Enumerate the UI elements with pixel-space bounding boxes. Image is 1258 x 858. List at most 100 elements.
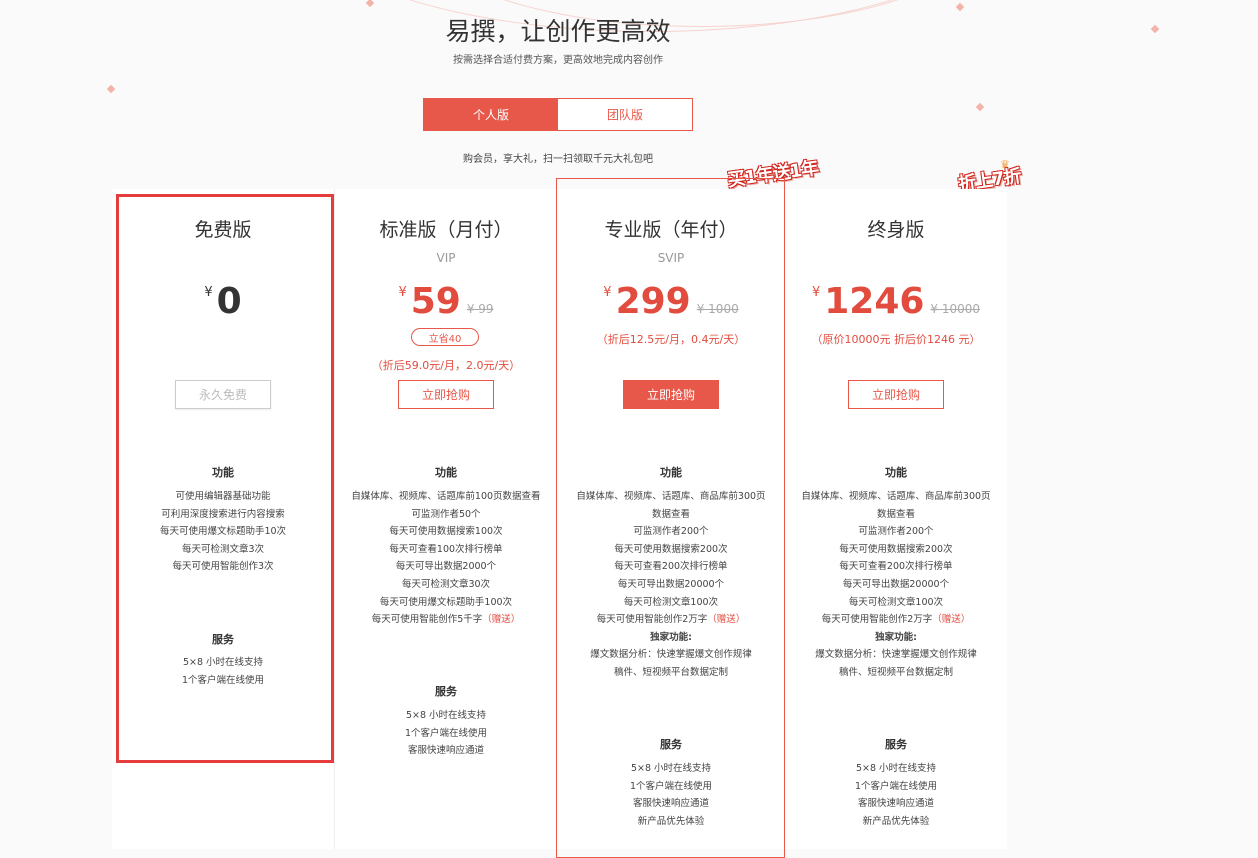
feature-item: 每天可导出数据2000个 xyxy=(395,561,497,573)
free-forever-button[interactable]: 永久免费 xyxy=(175,380,271,409)
feature-item: 数据查看 xyxy=(876,508,915,520)
feature-item: 每天可检测文章100次 xyxy=(623,596,719,608)
service-item: 5×8 小时在线支持 xyxy=(182,657,264,668)
feature-item: 每天可导出数据20000个 xyxy=(617,578,725,590)
feature-item: 可监测作者50个 xyxy=(411,508,481,520)
buy-now-button[interactable]: 立即抢购 xyxy=(623,380,719,409)
plan-type-tabs: 个人版 团队版 xyxy=(423,98,693,131)
feature-item: 每天可导出数据20000个 xyxy=(842,578,950,590)
plan-price: ¥299 ¥ 1000 xyxy=(557,281,785,322)
feature-item: 每天可使用数据搜索200次 xyxy=(839,543,953,555)
service-title: 服务 xyxy=(435,685,457,698)
feature-item: 自媒体库、视频库、话题库前100页数据查看 xyxy=(351,491,541,502)
feature-item: 每天可使用爆文标题助手10次 xyxy=(159,526,287,538)
original-price: ¥ 10000 xyxy=(930,302,981,316)
feature-item: 每天可使用智能创作2万字（赠送） xyxy=(821,614,971,626)
services-list: 5×8 小时在线支持 1个客户端在线使用 客服快速响应通道 新产品优先体验 xyxy=(785,760,1007,830)
feature-item: 数据查看 xyxy=(651,508,690,520)
plan-name: 专业版（年付） xyxy=(604,219,738,241)
services-list: 5×8 小时在线支持 1个客户端在线使用 客服快速响应通道 xyxy=(335,707,557,760)
decorative-diamond xyxy=(975,102,985,112)
price-note: （折后12.5元/月，0.4元/天） xyxy=(596,333,746,346)
plan-tier: VIP xyxy=(436,251,456,265)
service-item: 客服快速响应通道 xyxy=(857,798,934,810)
exclusive-item: 稿件、短视频平台数据定制 xyxy=(613,666,728,678)
buy-now-button[interactable]: 立即抢购 xyxy=(398,380,494,409)
feature-item: 每天可使用智能创作5千字（赠送） xyxy=(371,614,521,626)
service-item: 1个客户端在线使用 xyxy=(404,727,488,739)
price-value: 1246 xyxy=(824,281,925,322)
features-list: 可使用编辑器基础功能 可利用深度搜索进行内容搜索 每天可使用爆文标题助手10次 … xyxy=(112,488,334,576)
gift-tag: （赠送） xyxy=(932,614,971,626)
feature-item: 每天可检测文章30次 xyxy=(401,578,491,590)
services-list: 5×8 小时在线支持 1个客户端在线使用 客服快速响应通道 新产品优先体验 xyxy=(557,760,785,830)
features-title: 功能 xyxy=(885,466,907,479)
features-title: 功能 xyxy=(212,466,234,479)
service-item: 1个客户端在线使用 xyxy=(629,780,713,792)
service-item: 客服快速响应通道 xyxy=(632,798,709,810)
plan-name: 标准版（月付） xyxy=(379,219,513,241)
page-title: 易撰，让创作更高效 xyxy=(445,17,671,46)
price-note: （折后59.0元/月，2.0元/天） xyxy=(371,359,521,372)
plan-price: ¥1246 ¥ 10000 xyxy=(785,281,1007,322)
decorative-diamond xyxy=(365,0,375,8)
tab-team[interactable]: 团队版 xyxy=(558,99,692,130)
plan-name: 免费版 xyxy=(194,219,252,241)
plan-card-standard: 标准版（月付） VIP ¥59 ¥ 99 立省40 （折后59.0元/月，2.0元… xyxy=(335,189,557,849)
currency-symbol: ¥ xyxy=(398,285,407,300)
exclusive-item: 稿件、短视频平台数据定制 xyxy=(838,666,953,678)
service-item: 客服快速响应通道 xyxy=(407,745,484,757)
price-value: 299 xyxy=(615,281,691,322)
feature-item: 自媒体库、视频库、话题库、商品库前300页 xyxy=(801,491,991,502)
features-list: 自媒体库、视频库、话题库、商品库前300页 数据查看 可监测作者200个 每天可… xyxy=(785,488,1007,682)
service-title: 服务 xyxy=(885,738,907,751)
service-item: 1个客户端在线使用 xyxy=(181,674,265,686)
feature-item: 可使用编辑器基础功能 xyxy=(175,491,271,502)
decorative-diamond xyxy=(1150,24,1160,34)
price-note: （原价10000元 折后价1246 元） xyxy=(811,333,981,346)
currency-symbol: ¥ xyxy=(204,285,213,300)
service-item: 1个客户端在线使用 xyxy=(854,780,938,792)
service-item: 新产品优先体验 xyxy=(637,815,705,827)
feature-item: 每天可使用爆文标题助手100次 xyxy=(379,596,513,608)
service-title: 服务 xyxy=(212,633,234,646)
plan-card-free: 免费版 ¥0 永久免费 功能 可使用编辑器基础功能 可利用深度搜索进行内容搜索 … xyxy=(112,189,335,849)
features-title: 功能 xyxy=(435,466,457,479)
original-price: ¥ 99 xyxy=(466,302,494,316)
service-item: 5×8 小时在线支持 xyxy=(630,763,712,774)
service-title: 服务 xyxy=(660,738,682,751)
feature-item: 每天可查看200次排行榜单 xyxy=(614,561,728,573)
service-item: 新产品优先体验 xyxy=(862,815,930,827)
currency-symbol: ¥ xyxy=(603,285,612,300)
features-list: 自媒体库、视频库、话题库、商品库前300页 数据查看 可监测作者200个 每天可… xyxy=(557,488,785,682)
plan-name: 终身版 xyxy=(867,219,925,241)
service-item: 5×8 小时在线支持 xyxy=(405,710,487,721)
services-list: 5×8 小时在线支持 1个客户端在线使用 xyxy=(112,654,334,689)
price-value: 59 xyxy=(410,281,461,322)
buy-now-button[interactable]: 立即抢购 xyxy=(848,380,944,409)
feature-item: 自媒体库、视频库、话题库、商品库前300页 xyxy=(576,491,766,502)
tab-personal[interactable]: 个人版 xyxy=(424,99,558,130)
feature-item: 每天可查看100次排行榜单 xyxy=(389,543,503,555)
feature-item: 每天可使用数据搜索200次 xyxy=(614,543,728,555)
feature-item: 可利用深度搜索进行内容搜索 xyxy=(161,508,285,520)
plan-tier: SVIP xyxy=(657,251,685,265)
exclusive-title: 独家功能: xyxy=(650,631,692,643)
feature-item: 每天可查看200次排行榜单 xyxy=(839,561,953,573)
plan-price: ¥0 xyxy=(112,281,334,322)
currency-symbol: ¥ xyxy=(811,285,821,300)
feature-item: 每天可检测文章3次 xyxy=(181,543,265,555)
feature-item: 可监测作者200个 xyxy=(633,526,709,538)
features-title: 功能 xyxy=(660,466,682,479)
exclusive-title: 独家功能: xyxy=(875,631,917,643)
plan-card-lifetime: 终身版 ¥1246 ¥ 10000 （原价10000元 折后价1246 元） 立即… xyxy=(785,189,1007,849)
page-subtitle: 按需选择合适付费方案，更高效地完成内容创作 xyxy=(453,55,663,66)
pricing-cards: 免费版 ¥0 永久免费 功能 可使用编辑器基础功能 可利用深度搜索进行内容搜索 … xyxy=(112,189,1007,849)
promo-text: 购会员，享大礼，扫一扫领取千元大礼包吧 xyxy=(463,154,653,165)
price-value: 0 xyxy=(216,281,242,322)
decorative-diamond xyxy=(106,84,116,94)
save-badge: 立省40 xyxy=(411,328,479,346)
feature-item: 可监测作者200个 xyxy=(858,526,934,538)
exclusive-item: 爆文数据分析：快速掌握爆文创作规律 xyxy=(590,649,752,661)
exclusive-item: 爆文数据分析：快速掌握爆文创作规律 xyxy=(815,649,977,661)
